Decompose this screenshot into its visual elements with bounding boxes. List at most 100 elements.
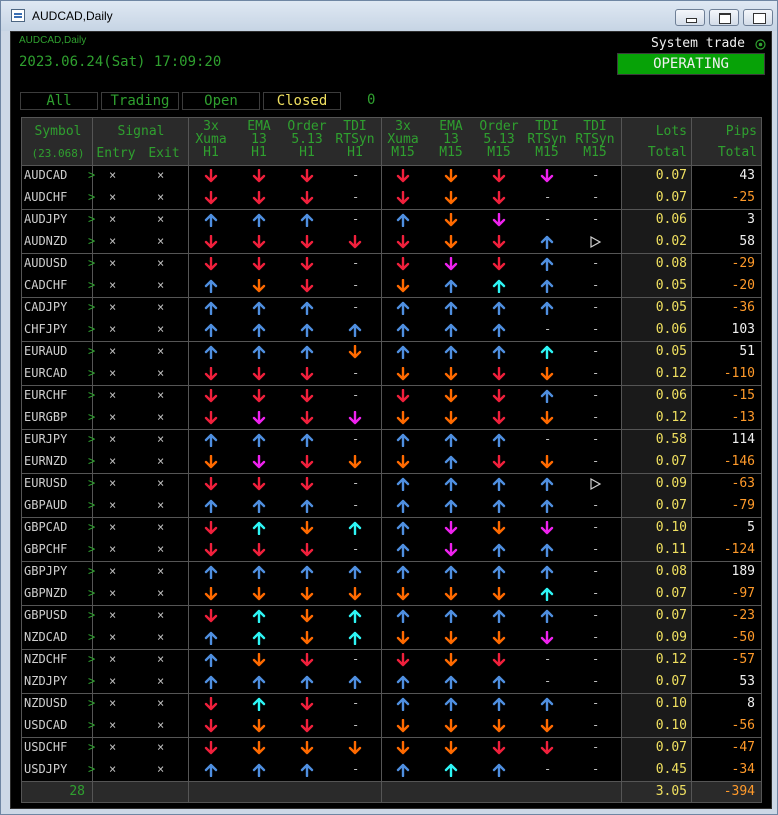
symbol-name[interactable]: AUDJPY [24, 212, 67, 226]
symbol-name[interactable]: GBPJPY [24, 564, 67, 578]
chevron-right-icon[interactable]: > [88, 190, 95, 204]
chevron-right-icon[interactable]: > [88, 564, 95, 578]
entry-cross-icon[interactable]: × [109, 498, 116, 512]
entry-cross-icon[interactable]: × [109, 542, 116, 556]
symbol-name[interactable]: NZDUSD [24, 696, 67, 710]
entry-cross-icon[interactable]: × [109, 432, 116, 446]
exit-cross-icon[interactable]: × [157, 762, 164, 776]
symbol-name[interactable]: AUDCHF [24, 190, 67, 204]
entry-cross-icon[interactable]: × [109, 520, 116, 534]
chevron-right-icon[interactable]: > [88, 278, 95, 292]
entry-cross-icon[interactable]: × [109, 234, 116, 248]
chevron-right-icon[interactable]: > [88, 300, 95, 314]
entry-cross-icon[interactable]: × [109, 762, 116, 776]
symbol-name[interactable]: CHFJPY [24, 322, 67, 336]
symbol-name[interactable]: GBPCHF [24, 542, 67, 556]
entry-cross-icon[interactable]: × [109, 168, 116, 182]
chevron-right-icon[interactable]: > [88, 762, 95, 776]
settings-circle-icon[interactable] [755, 39, 766, 50]
chevron-right-icon[interactable]: > [88, 696, 95, 710]
chevron-right-icon[interactable]: > [88, 630, 95, 644]
chevron-right-icon[interactable]: > [88, 476, 95, 490]
chevron-right-icon[interactable]: > [88, 432, 95, 446]
symbol-name[interactable]: GBPUSD [24, 608, 67, 622]
symbol-name[interactable]: AUDNZD [24, 234, 67, 248]
exit-cross-icon[interactable]: × [157, 388, 164, 402]
chevron-right-icon[interactable]: > [88, 454, 95, 468]
symbol-name[interactable]: AUDCAD [24, 168, 67, 182]
symbol-name[interactable]: USDJPY [24, 762, 67, 776]
entry-cross-icon[interactable]: × [109, 674, 116, 688]
minimize-button[interactable] [675, 9, 705, 26]
chevron-right-icon[interactable]: > [88, 410, 95, 424]
symbol-name[interactable]: EURGBP [24, 410, 67, 424]
entry-cross-icon[interactable]: × [109, 278, 116, 292]
entry-cross-icon[interactable]: × [109, 212, 116, 226]
exit-cross-icon[interactable]: × [157, 366, 164, 380]
symbol-name[interactable]: GBPNZD [24, 586, 67, 600]
entry-cross-icon[interactable]: × [109, 366, 116, 380]
chevron-right-icon[interactable]: > [88, 652, 95, 666]
entry-cross-icon[interactable]: × [109, 300, 116, 314]
exit-cross-icon[interactable]: × [157, 476, 164, 490]
chevron-right-icon[interactable]: > [88, 366, 95, 380]
entry-cross-icon[interactable]: × [109, 586, 116, 600]
symbol-name[interactable]: AUDUSD [24, 256, 67, 270]
chevron-right-icon[interactable]: > [88, 234, 95, 248]
entry-cross-icon[interactable]: × [109, 256, 116, 270]
entry-cross-icon[interactable]: × [109, 608, 116, 622]
entry-cross-icon[interactable]: × [109, 740, 116, 754]
exit-cross-icon[interactable]: × [157, 630, 164, 644]
symbol-name[interactable]: EURCAD [24, 366, 67, 380]
exit-cross-icon[interactable]: × [157, 300, 164, 314]
exit-cross-icon[interactable]: × [157, 542, 164, 556]
exit-cross-icon[interactable]: × [157, 586, 164, 600]
entry-cross-icon[interactable]: × [109, 454, 116, 468]
chart-area[interactable]: AUDCAD,Daily 2023.06.24(Sat) 17:09:20 Sy… [10, 31, 772, 809]
entry-cross-icon[interactable]: × [109, 718, 116, 732]
chevron-right-icon[interactable]: > [88, 740, 95, 754]
symbol-name[interactable]: EURCHF [24, 388, 67, 402]
entry-cross-icon[interactable]: × [109, 344, 116, 358]
chevron-right-icon[interactable]: > [88, 322, 95, 336]
exit-cross-icon[interactable]: × [157, 564, 164, 578]
entry-cross-icon[interactable]: × [109, 410, 116, 424]
exit-cross-icon[interactable]: × [157, 432, 164, 446]
entry-cross-icon[interactable]: × [109, 564, 116, 578]
symbol-name[interactable]: GBPAUD [24, 498, 67, 512]
entry-cross-icon[interactable]: × [109, 696, 116, 710]
title-bar[interactable]: AUDCAD,Daily [1, 1, 777, 31]
symbol-name[interactable]: EURUSD [24, 476, 67, 490]
filter-tab-all[interactable]: All [20, 92, 98, 110]
exit-cross-icon[interactable]: × [157, 696, 164, 710]
entry-cross-icon[interactable]: × [109, 476, 116, 490]
symbol-name[interactable]: NZDJPY [24, 674, 67, 688]
entry-cross-icon[interactable]: × [109, 322, 116, 336]
exit-cross-icon[interactable]: × [157, 190, 164, 204]
exit-cross-icon[interactable]: × [157, 498, 164, 512]
symbol-name[interactable]: EURNZD [24, 454, 67, 468]
chevron-right-icon[interactable]: > [88, 388, 95, 402]
exit-cross-icon[interactable]: × [157, 278, 164, 292]
chevron-right-icon[interactable]: > [88, 542, 95, 556]
entry-cross-icon[interactable]: × [109, 652, 116, 666]
chevron-right-icon[interactable]: > [88, 168, 95, 182]
exit-cross-icon[interactable]: × [157, 718, 164, 732]
close-button[interactable] [743, 9, 773, 26]
symbol-name[interactable]: USDCAD [24, 718, 67, 732]
exit-cross-icon[interactable]: × [157, 740, 164, 754]
exit-cross-icon[interactable]: × [157, 256, 164, 270]
filter-tab-trading[interactable]: Trading [101, 92, 179, 110]
symbol-name[interactable]: CADJPY [24, 300, 67, 314]
chevron-right-icon[interactable]: > [88, 212, 95, 226]
exit-cross-icon[interactable]: × [157, 168, 164, 182]
symbol-name[interactable]: GBPCAD [24, 520, 67, 534]
chevron-right-icon[interactable]: > [88, 586, 95, 600]
symbol-name[interactable]: EURAUD [24, 344, 67, 358]
chevron-right-icon[interactable]: > [88, 718, 95, 732]
exit-cross-icon[interactable]: × [157, 322, 164, 336]
chevron-right-icon[interactable]: > [88, 498, 95, 512]
symbol-name[interactable]: NZDCAD [24, 630, 67, 644]
entry-cross-icon[interactable]: × [109, 388, 116, 402]
filter-tab-closed[interactable]: Closed [263, 92, 341, 110]
